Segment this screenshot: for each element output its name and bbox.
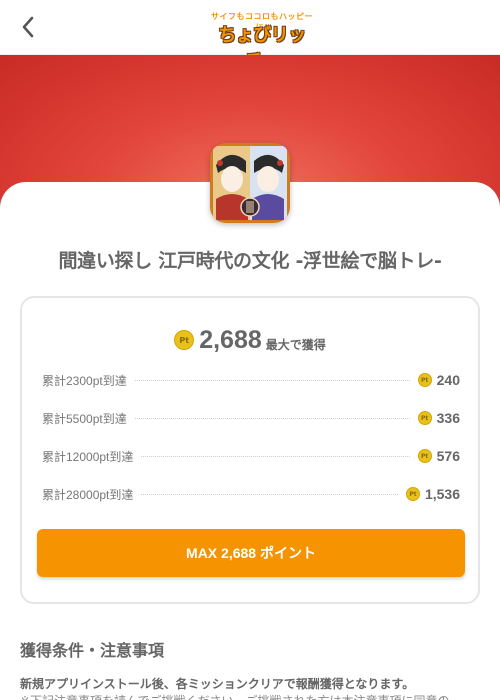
step-label: 累計2300pt到達 bbox=[42, 373, 127, 388]
dotted-leader bbox=[141, 455, 410, 457]
point-coin-icon: Pt bbox=[417, 411, 432, 425]
reward-step-row: 累計5500pt到達 Pt 336 bbox=[42, 408, 460, 428]
point-coin-icon: Pt bbox=[417, 449, 432, 463]
ukiyoe-app-icon bbox=[210, 143, 290, 223]
app-header: サイフもココロもハッピーに! ちょびリッチ。 bbox=[0, 0, 500, 72]
reward-step-row: 累計28000pt到達 Pt 1,536 bbox=[42, 484, 460, 504]
step-label: 累計28000pt到達 bbox=[42, 487, 134, 502]
conditions-note: ※下記注意事項を読んでご挑戦ください。ご挑戦された方は本注意事項に同意の bbox=[20, 692, 480, 700]
step-label: 累計12000pt到達 bbox=[42, 449, 134, 464]
step-points-value: 1,536 bbox=[424, 486, 460, 502]
point-coin-icon: Pt bbox=[174, 330, 195, 350]
reward-step-row: 累計2300pt到達 Pt 240 bbox=[42, 370, 460, 390]
back-button[interactable] bbox=[14, 12, 42, 42]
reward-step-row: 累計12000pt到達 Pt 576 bbox=[42, 446, 460, 466]
step-points-value: 240 bbox=[436, 372, 460, 388]
dotted-leader bbox=[134, 417, 410, 419]
step-points: Pt 336 bbox=[417, 410, 460, 426]
dotted-leader bbox=[134, 379, 410, 381]
total-points-row: Pt 2,688 最大で獲得 bbox=[22, 320, 478, 360]
total-points-value: 2,688 bbox=[199, 325, 262, 354]
step-points: Pt 240 bbox=[417, 372, 460, 388]
max-points-button[interactable]: MAX 2,688 ポイント bbox=[37, 529, 465, 577]
point-coin-icon: Pt bbox=[417, 373, 432, 387]
total-points-suffix: 最大で獲得 bbox=[265, 337, 326, 352]
site-logo[interactable]: サイフもココロもハッピーに! ちょびリッチ。 bbox=[205, 11, 319, 72]
conditions-heading: 獲得条件・注意事項 bbox=[20, 643, 165, 660]
step-points-value: 336 bbox=[436, 410, 460, 426]
app-title: 間違い探し 江戸時代の文化 -浮世絵で脳トレ- bbox=[58, 250, 442, 272]
step-points: Pt 576 bbox=[417, 448, 460, 464]
step-points: Pt 1,536 bbox=[405, 486, 460, 502]
chevron-left-icon bbox=[22, 16, 34, 38]
point-coin-icon: Pt bbox=[405, 487, 420, 501]
step-label: 累計5500pt到達 bbox=[42, 411, 127, 426]
conditions-summary: 新規アプリインストール後、各ミッションクリアで報酬獲得となります。 bbox=[20, 677, 415, 691]
dotted-leader bbox=[141, 493, 398, 495]
step-points-value: 576 bbox=[436, 448, 460, 464]
reward-card: Pt 2,688 最大で獲得 累計2300pt到達 Pt 240 累計5500p… bbox=[20, 296, 480, 604]
